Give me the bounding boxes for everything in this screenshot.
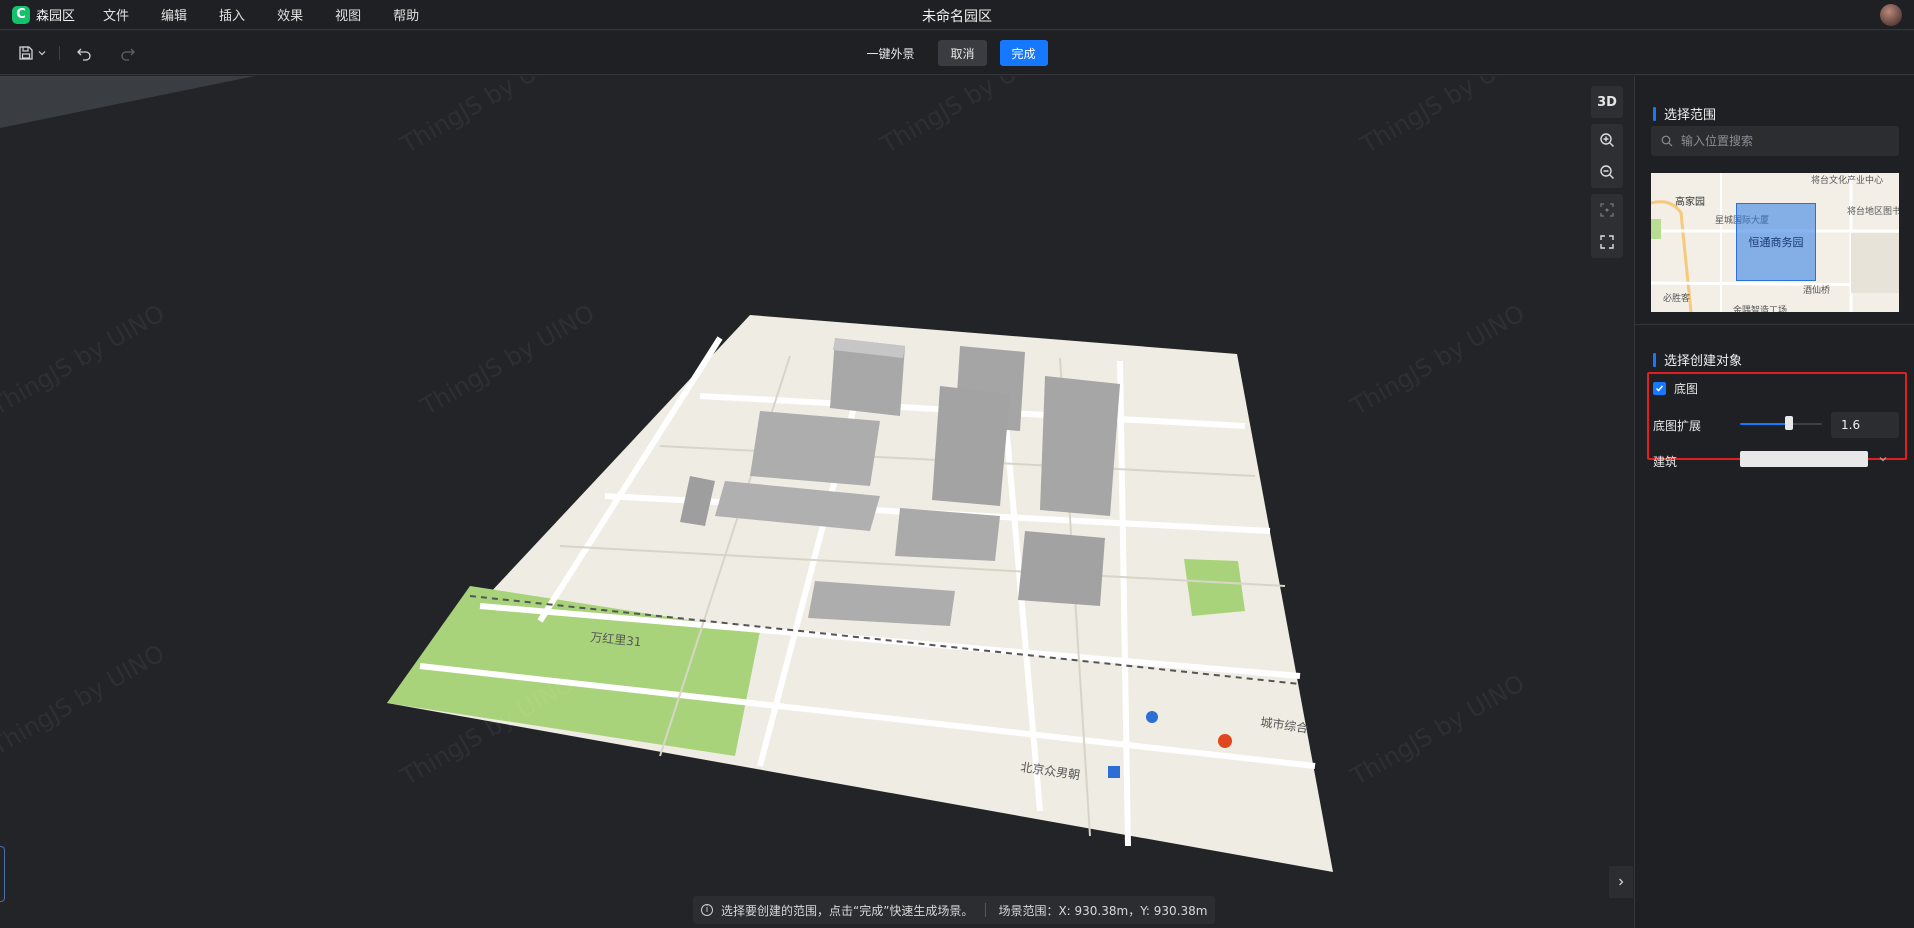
minimap-label: 金隅智造工场	[1733, 306, 1788, 312]
panel-collapse-button[interactable]	[1609, 866, 1633, 898]
building-select[interactable]	[1740, 448, 1900, 470]
status-hint: 选择要创建的范围，点击“完成”快速生成场景。	[721, 903, 974, 918]
minimap-label: 酒仙桥	[1803, 286, 1831, 296]
chevron-right-icon	[1619, 878, 1624, 886]
zoom-in-button[interactable]	[1591, 124, 1623, 156]
base-map-label: 底图	[1674, 382, 1699, 396]
zoom-in-icon	[1600, 133, 1614, 147]
range-minimap[interactable]: 高家园 星城国际大厦 将台文化产业中心 将台地区图书 恒通商务园 必胜客 金隅智…	[1651, 173, 1899, 312]
building-label: 建筑	[1653, 455, 1678, 469]
scene-actions: 一键外景 取消 完成	[0, 40, 1914, 66]
info-icon: i	[701, 904, 713, 916]
check-icon	[1655, 385, 1664, 392]
zoom-out-button[interactable]	[1591, 156, 1623, 188]
cancel-button[interactable]: 取消	[938, 40, 987, 66]
map-scene: 北京众男朝 城市综合 万红里31	[0, 76, 1333, 872]
minimap-label: 必胜客	[1663, 294, 1691, 304]
fullscreen-icon	[1600, 235, 1614, 249]
viewport-tools: 3D	[1591, 86, 1623, 262]
chevron-down-icon	[1879, 457, 1887, 462]
search-icon	[1661, 135, 1673, 147]
view-mode-toggle[interactable]: 3D	[1591, 86, 1623, 118]
menubar: C 森园区 文件 编辑 插入 效果 视图 帮助 未命名园区	[0, 0, 1914, 30]
building	[1018, 531, 1105, 606]
base-map-extend-label: 底图扩展	[1653, 419, 1702, 433]
base-map-extend-row: 底图扩展	[1653, 417, 1701, 434]
poi-marker	[1108, 766, 1120, 778]
building	[895, 508, 1000, 561]
status-bar: i 选择要创建的范围，点击“完成”快速生成场景。 场景范围：X: 930.38m…	[693, 896, 1216, 924]
zoom-out-icon	[1600, 165, 1614, 179]
create-objects-title: 选择创建对象	[1653, 350, 1742, 369]
base-map-checkbox[interactable]	[1653, 382, 1666, 395]
minimap-label: 高家园	[1675, 197, 1705, 208]
menu-file[interactable]: 文件	[103, 5, 129, 24]
building	[1040, 376, 1120, 516]
selected-range-box[interactable]: 恒通商务园	[1736, 203, 1816, 281]
left-panel-handle[interactable]	[0, 846, 5, 902]
base-map-extend-slider[interactable]	[1740, 416, 1822, 430]
status-divider	[985, 903, 987, 917]
menu-edit[interactable]: 编辑	[161, 5, 187, 24]
menu-view[interactable]: 视图	[335, 5, 361, 24]
location-search[interactable]	[1651, 126, 1899, 156]
fullscreen-button[interactable]	[1591, 226, 1623, 258]
poi-marker	[1218, 734, 1232, 748]
sky-edge	[0, 76, 255, 128]
minimap-label: 将台地区图书	[1847, 207, 1899, 217]
minimap-label: 将台文化产业中心	[1811, 176, 1884, 186]
building-color-swatch	[1740, 451, 1868, 467]
slider-track	[1740, 423, 1790, 425]
menu-insert[interactable]: 插入	[219, 5, 245, 24]
base-map-option[interactable]: 底图	[1653, 380, 1698, 397]
building	[750, 411, 880, 486]
poi-marker	[1146, 711, 1158, 723]
toolbar: 一键外景 取消 完成	[0, 31, 1914, 75]
menu-help[interactable]: 帮助	[393, 5, 419, 24]
focus-icon	[1600, 203, 1614, 217]
select-range-title: 选择范围	[1653, 104, 1716, 123]
park-area	[1184, 559, 1245, 616]
scene-range: 场景范围：X: 930.38m，Y: 930.38m	[998, 903, 1208, 918]
avatar[interactable]	[1880, 4, 1902, 26]
done-button[interactable]: 完成	[999, 40, 1048, 66]
app-window: C 森园区 文件 编辑 插入 效果 视图 帮助 未命名园区 一键外景 取消 完成…	[0, 0, 1914, 928]
building-row: 建筑	[1653, 453, 1677, 470]
logo-icon: C	[12, 5, 30, 24]
building	[932, 386, 1010, 506]
slider-handle[interactable]	[1785, 416, 1794, 430]
focus-button[interactable]	[1591, 194, 1623, 226]
3d-viewport[interactable]: 北京众男朝 城市综合 万红里31 ThingJS by UINO ThingJS…	[0, 76, 1633, 928]
properties-panel: 选择范围 高家园 星城国际大厦 将台文化产业中心 将台地区图书 恒通商务园 必胜…	[1634, 76, 1914, 928]
one-click-exterior-label: 一键外景	[866, 46, 915, 61]
main-menu: 文件 编辑 插入 效果 视图 帮助	[103, 5, 451, 24]
app-logo[interactable]: C 森园区	[12, 5, 75, 24]
base-map-extend-input[interactable]: 1.6	[1831, 412, 1899, 438]
section-divider	[1635, 324, 1914, 325]
app-name: 森园区	[36, 9, 76, 24]
search-input[interactable]	[1681, 134, 1881, 148]
menu-effects[interactable]: 效果	[277, 5, 303, 24]
